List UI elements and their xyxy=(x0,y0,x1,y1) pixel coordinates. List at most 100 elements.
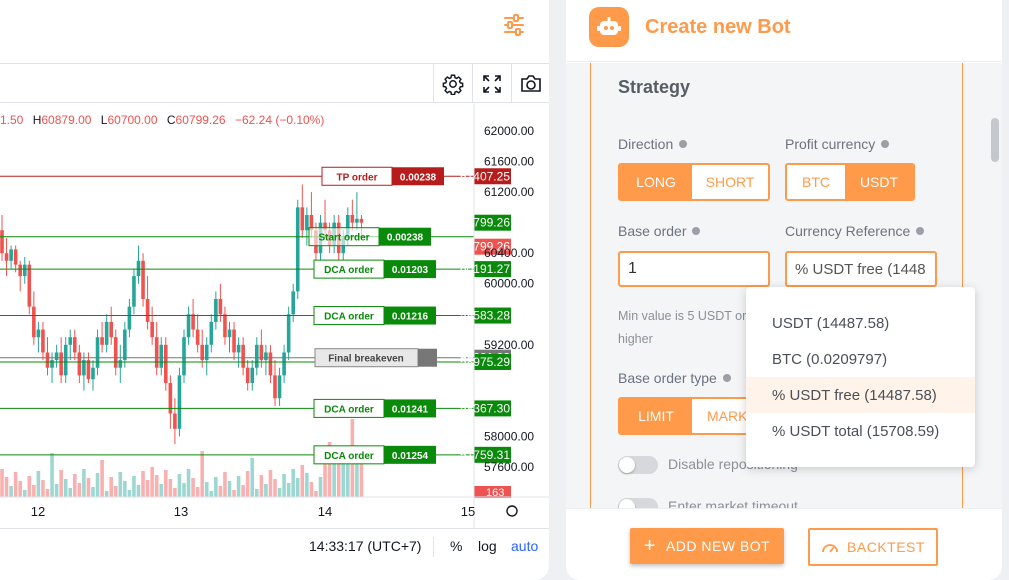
volume-bar xyxy=(41,480,45,497)
candle-body xyxy=(250,367,255,383)
time-tick-label: 12 xyxy=(31,504,45,519)
volume-bar xyxy=(45,489,50,497)
scrollbar-thumb[interactable] xyxy=(991,118,999,162)
profit-currency-btc[interactable]: BTC xyxy=(787,165,845,199)
volume-bar xyxy=(182,483,186,497)
order-type-limit[interactable]: LIMIT xyxy=(620,399,692,433)
volume-bar xyxy=(186,469,191,497)
candle-body xyxy=(59,352,63,376)
candle-body xyxy=(350,215,355,223)
volume-bar xyxy=(123,481,127,497)
plus-icon: + xyxy=(643,535,656,557)
volume-bar xyxy=(223,472,227,497)
candle-body xyxy=(91,367,95,380)
candle-body xyxy=(232,329,236,353)
volume-bar xyxy=(359,459,364,497)
volume-bar xyxy=(255,489,259,497)
order-qty: 0.00238 xyxy=(400,172,437,183)
volume-bar xyxy=(0,469,4,497)
base-order-input[interactable]: 1 xyxy=(618,251,770,287)
volume-bar xyxy=(218,486,223,497)
volume-bar xyxy=(113,486,118,497)
fullscreen-button[interactable] xyxy=(472,64,511,103)
dropdown-option-btc[interactable]: BTC (0.0209797) xyxy=(746,341,975,377)
volume-bar xyxy=(59,470,63,497)
candle-body xyxy=(355,218,359,223)
volume-bar xyxy=(259,475,264,497)
order-tag-label: DCA order xyxy=(324,265,374,276)
info-icon[interactable] xyxy=(692,227,701,236)
candle-body xyxy=(32,306,36,338)
candle-body xyxy=(182,337,186,376)
info-icon[interactable] xyxy=(722,374,731,383)
footer-divider xyxy=(433,537,434,557)
volume-bar xyxy=(164,470,168,497)
candle-body xyxy=(255,344,259,368)
candle-body xyxy=(359,218,364,223)
dca4-price-badge: 58367.30 xyxy=(460,401,510,415)
backtest-label: BACKTEST xyxy=(847,539,925,555)
profit-currency-usdt[interactable]: USDT xyxy=(845,165,913,199)
info-icon[interactable] xyxy=(916,227,925,236)
volume-bar xyxy=(73,474,77,497)
order-tag-label: DCA order xyxy=(324,451,374,462)
info-icon[interactable] xyxy=(679,140,688,149)
candle-body xyxy=(214,299,218,322)
disable-repositioning-toggle[interactable] xyxy=(618,456,658,475)
enter-market-timeout-toggle[interactable] xyxy=(618,498,658,508)
settings-button[interactable] xyxy=(433,64,472,103)
candle-body xyxy=(177,375,182,429)
candle-body xyxy=(86,360,91,380)
backtest-button[interactable]: BACKTEST xyxy=(808,528,938,566)
percent-scale-toggle[interactable]: % xyxy=(450,538,462,554)
order-tag-label: TP order xyxy=(337,172,378,183)
dropdown-option-usdt-free[interactable]: % USDT free (14487.58) xyxy=(746,377,975,413)
gear-icon[interactable] xyxy=(506,505,518,517)
direction-long[interactable]: LONG xyxy=(620,165,692,199)
candle-body xyxy=(264,352,268,361)
expand-icon xyxy=(483,74,501,93)
candle-body xyxy=(305,215,309,231)
panel-title: Create new Bot xyxy=(645,16,791,38)
sliders-icon[interactable] xyxy=(503,14,525,36)
volume-bar xyxy=(141,471,145,497)
volume-bar xyxy=(309,482,314,497)
volume-bar xyxy=(63,479,68,497)
add-new-bot-button[interactable]: + ADD NEW BOT xyxy=(630,528,784,564)
candle-body xyxy=(209,321,214,345)
candle-body xyxy=(22,264,27,277)
dropdown-option-usdt[interactable]: USDT (14487.58) xyxy=(746,305,975,341)
volume-bar xyxy=(32,485,36,497)
volume-bar xyxy=(145,480,150,497)
info-icon[interactable] xyxy=(881,140,890,149)
candle-body xyxy=(50,360,54,368)
volume-bar xyxy=(86,478,91,497)
time-tick-label: 15 xyxy=(461,504,475,519)
auto-scale-toggle[interactable]: auto xyxy=(511,538,538,554)
candle-body xyxy=(63,344,68,376)
candle-body xyxy=(218,299,223,315)
volume-bar xyxy=(68,488,73,497)
volume-bar xyxy=(127,490,132,497)
dropdown-option-usdt-total[interactable]: % USDT total (15708.59) xyxy=(746,413,975,449)
candle-body xyxy=(236,344,241,353)
order-tag-label: Start order xyxy=(318,233,369,244)
volume-bar xyxy=(95,473,100,497)
snapshot-button[interactable] xyxy=(511,64,549,103)
currency-reference-select[interactable]: % USDT free (1448 xyxy=(785,251,937,287)
candle-body xyxy=(282,352,286,376)
candle-body xyxy=(136,260,141,277)
candle-body xyxy=(186,314,191,338)
robot-icon xyxy=(589,7,629,47)
candle-body xyxy=(300,207,305,231)
candle-body xyxy=(54,352,59,361)
direction-short[interactable]: SHORT xyxy=(692,165,768,199)
price-chart[interactable]: TP order 0.00238 Start order 0.00238 DCA ord… xyxy=(0,104,549,528)
price-tick-label: 60400.00 xyxy=(484,246,534,260)
candle-body xyxy=(41,329,45,353)
base-order-label-text: Base order xyxy=(618,223,687,239)
volume-bar xyxy=(291,469,295,497)
candle-body xyxy=(123,329,127,361)
log-scale-toggle[interactable]: log xyxy=(478,538,497,554)
candle-body xyxy=(145,299,150,322)
